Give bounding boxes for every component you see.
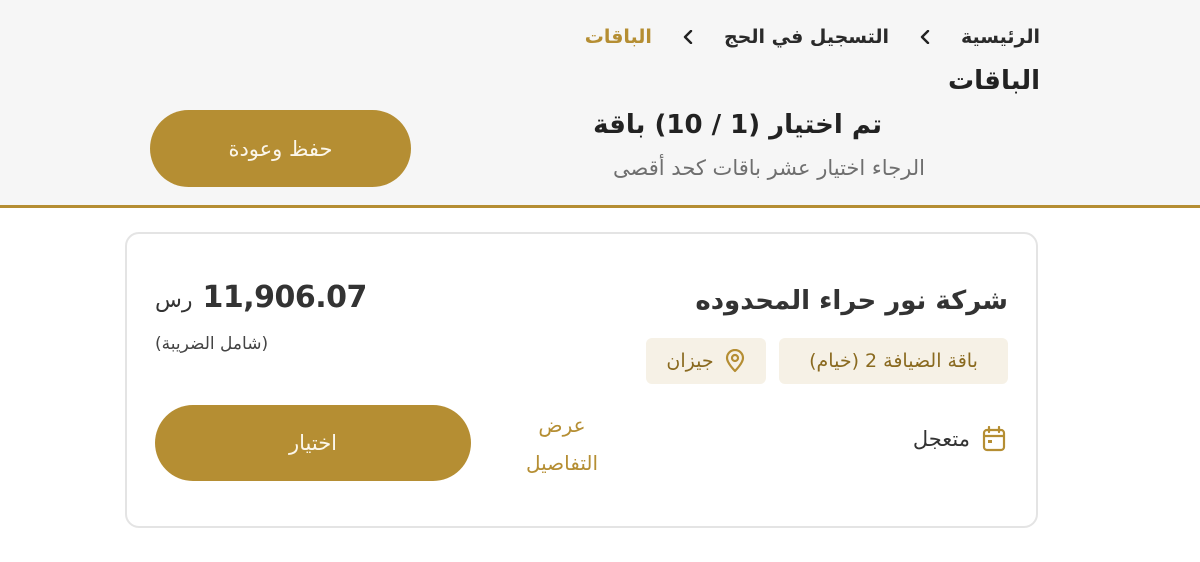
- view-details-link[interactable]: عرض التفاصيل: [512, 406, 612, 482]
- selection-hint: الرجاء اختيار عشر باقات كحد أقصى: [613, 156, 925, 180]
- arrival-type: متعجل: [913, 426, 1006, 452]
- save-and-back-button[interactable]: حفظ وعودة: [150, 110, 411, 187]
- breadcrumb-home[interactable]: الرئيسية: [961, 26, 1040, 48]
- selection-count-title: تم اختيار (1 / 10) باقة: [593, 110, 882, 140]
- location-pin-icon: [724, 349, 746, 373]
- package-card: شركة نور حراء المحدوده باقة الضيافة 2 (خ…: [125, 232, 1038, 528]
- page-title: الباقات: [948, 66, 1040, 96]
- breadcrumb-current: الباقات: [584, 26, 652, 48]
- select-package-button[interactable]: اختيار: [155, 405, 471, 481]
- company-name: شركة نور حراء المحدوده: [695, 286, 1008, 316]
- calendar-icon: [982, 426, 1006, 452]
- arrival-type-label: متعجل: [912, 427, 970, 451]
- package-name-tag: باقة الضيافة 2 (خيام): [779, 338, 1008, 384]
- breadcrumb-hajj-registration[interactable]: التسجيل في الحج: [724, 26, 889, 48]
- city-tag: جيزان: [646, 338, 766, 384]
- breadcrumb: الرئيسية التسجيل في الحج الباقات: [585, 26, 1040, 48]
- chevron-left-icon: [682, 30, 694, 44]
- chevron-left-icon: [919, 30, 931, 44]
- page-header: الرئيسية التسجيل في الحج الباقات الباقات…: [0, 0, 1200, 208]
- price-currency: رس: [155, 288, 193, 313]
- package-name: باقة الضيافة 2 (خيام): [809, 350, 978, 372]
- price-tax-note: (شامل الضريبة): [155, 334, 269, 354]
- price-row: رس 11,906.07: [155, 280, 367, 315]
- city-name: جيزان: [666, 350, 714, 372]
- price-value: 11,906.07: [202, 280, 367, 315]
